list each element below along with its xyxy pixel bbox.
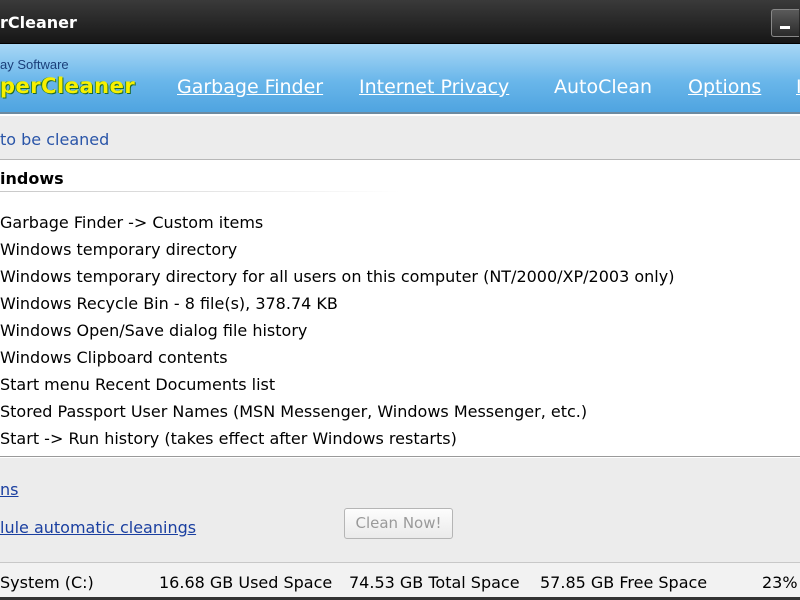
used-space: 16.68 GB Used Space [159, 573, 333, 592]
schedule-link[interactable]: lule automatic cleanings [0, 518, 196, 537]
nav-options[interactable]: Options [688, 76, 761, 98]
minimize-button[interactable] [771, 9, 799, 37]
usage-percent: 23% [762, 573, 798, 592]
section-label: to be cleaned [0, 130, 110, 149]
sub-header: to be cleaned [0, 116, 800, 160]
status-bar: System (C:) 16.68 GB Used Space 74.53 GB… [0, 562, 800, 600]
section-title: indows [0, 169, 64, 188]
app-logo: perCleaner [0, 74, 136, 98]
app-header: ay Software perCleaner Garbage Finder In… [0, 44, 800, 114]
list-item[interactable]: Windows temporary directory [0, 240, 237, 259]
list-item[interactable]: Windows Recycle Bin - 8 file(s), 378.74 … [0, 294, 338, 313]
nav-more[interactable]: I [796, 76, 800, 98]
list-item[interactable]: Windows Clipboard contents [0, 348, 228, 367]
clean-now-button[interactable]: Clean Now! [344, 508, 453, 539]
minimize-icon [780, 26, 790, 29]
list-item[interactable]: Windows temporary directory for all user… [0, 267, 674, 286]
list-item[interactable]: Stored Passport User Names (MSN Messenge… [0, 402, 587, 421]
nav-internet-privacy[interactable]: Internet Privacy [359, 76, 509, 98]
options-link[interactable]: ns [0, 480, 18, 499]
list-item[interactable]: Start menu Recent Documents list [0, 375, 275, 394]
drive-label: System (C:) [0, 573, 94, 592]
nav-garbage-finder[interactable]: Garbage Finder [177, 76, 323, 98]
clean-items-list: indows Garbage Finder -> Custom items Wi… [0, 161, 800, 457]
list-item[interactable]: Garbage Finder -> Custom items [0, 213, 263, 232]
list-item[interactable]: Windows Open/Save dialog file history [0, 321, 307, 340]
free-space: 57.85 GB Free Space [540, 573, 708, 592]
section-divider [0, 191, 400, 192]
window-title: rCleaner [0, 13, 77, 32]
company-name: ay Software [0, 57, 69, 72]
total-space: 74.53 GB Total Space [349, 573, 520, 592]
nav-autoclean[interactable]: AutoClean [554, 76, 652, 98]
title-bar: rCleaner [0, 0, 800, 44]
list-item[interactable]: Start -> Run history (takes effect after… [0, 429, 457, 448]
bottom-panel: ns lule automatic cleanings Clean Now! [0, 458, 800, 562]
